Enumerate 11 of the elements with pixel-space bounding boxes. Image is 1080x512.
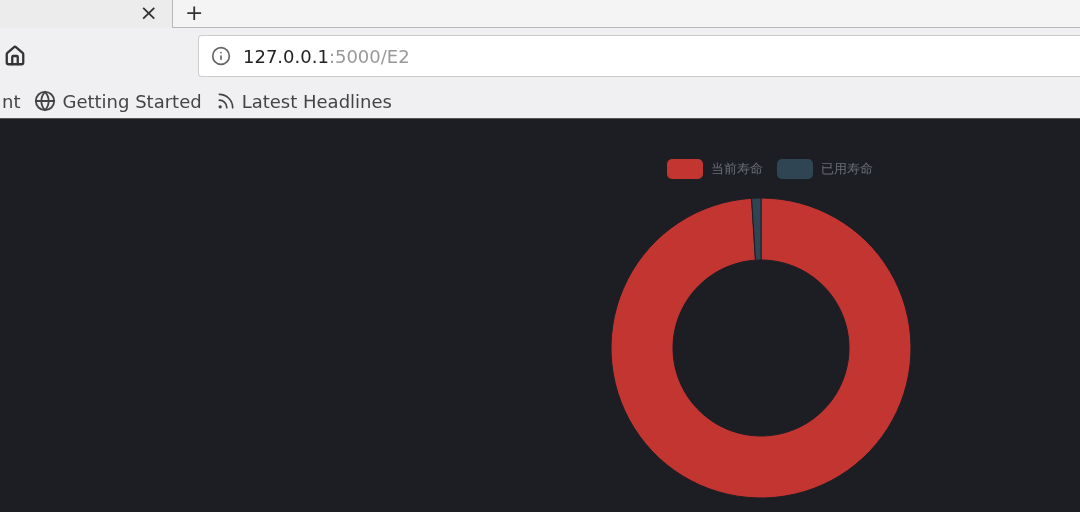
bookmark-link[interactable]: Latest Headlines (241, 90, 392, 112)
legend-swatch[interactable] (667, 159, 703, 179)
new-tab-button[interactable]: + (185, 1, 218, 25)
globe-icon (34, 90, 57, 112)
legend-swatch[interactable] (777, 159, 813, 179)
address-field[interactable]: 127.0.0.1:5000/E2 (198, 35, 1080, 77)
close-tab-button[interactable]: × (139, 1, 172, 25)
bookmark-link[interactable]: Getting Started (62, 90, 202, 112)
info-icon (211, 46, 231, 66)
bookmark-link[interactable]: nt (2, 90, 21, 112)
url-text: 127.0.0.1:5000/E2 (243, 45, 410, 67)
